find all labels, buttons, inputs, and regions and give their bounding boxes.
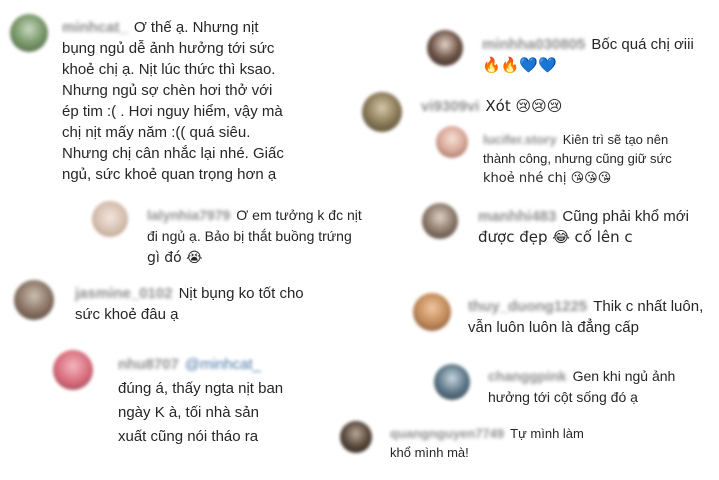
- comment-username[interactable]: lalynhia7979: [147, 207, 230, 223]
- comment-text: nhu8707 @minhcat_ đúng á, thấy ngta nịt b…: [118, 353, 348, 449]
- comment-line: vẫn luôn luôn là đẳng cấp: [468, 319, 639, 336]
- avatar[interactable]: [53, 350, 93, 390]
- comment-username[interactable]: thuy_duong1225: [468, 298, 587, 315]
- avatar[interactable]: [413, 293, 451, 331]
- comment-text: quangnguyen7749 Tự mình làm khổ mình mà!: [390, 424, 710, 462]
- comment-username[interactable]: jasmine_0102: [75, 285, 173, 302]
- comment-line: hưởng tới cột sống đó ạ: [488, 389, 638, 405]
- comment-line: Xót 😢😢😢: [485, 97, 563, 115]
- comment-text: minhcat_ Ơ thế ạ. Nhưng nịt bụng ngủ dễ ả…: [62, 17, 352, 185]
- comment-line: Cũng phải khổ mới: [562, 208, 689, 225]
- comment-line: Nịt bụng ko tốt cho: [178, 285, 304, 302]
- avatar[interactable]: [362, 92, 402, 132]
- comment-line: khoẻ chị ạ. Nịt lúc thức thì ksao.: [62, 61, 276, 78]
- comment-line: sức khoẻ đâu ạ: [75, 306, 179, 323]
- comment-username[interactable]: nhu8707: [118, 356, 179, 373]
- comment-line: chị nịt mấy năm :(( quá siêu.: [62, 124, 251, 141]
- comment-text: lucifer.story Kiên trì sẽ tạo nên thành c…: [483, 130, 713, 188]
- avatar[interactable]: [10, 14, 48, 52]
- avatar[interactable]: [422, 203, 458, 239]
- comment-line: 🔥🔥💙💙: [482, 56, 557, 74]
- comment-line: gì đó 😭: [147, 250, 203, 266]
- comment-username[interactable]: quangnguyen7749: [390, 426, 504, 441]
- comment-text: jasmine_0102 Nịt bụng ko tốt cho sức khoẻ…: [75, 283, 355, 325]
- avatar[interactable]: [434, 364, 470, 400]
- comment-line: khoẻ nhé chị 😘😘😘: [483, 171, 612, 186]
- comment-text: changgpink Gen khi ngủ ảnh hưởng tới cột …: [488, 366, 713, 408]
- comment-text: manhhi483 Cũng phải khổ mới được đẹp 😂 cố…: [478, 206, 713, 248]
- comment-username[interactable]: lucifer.story: [483, 132, 557, 147]
- comment-username[interactable]: minhha030805: [482, 36, 585, 53]
- comment-line: Kiên trì sẽ tạo nên: [562, 132, 669, 147]
- comment-username[interactable]: manhhi483: [478, 208, 556, 225]
- comment-line: thành công, nhưng cũng giữ sức: [483, 151, 672, 166]
- mention-link[interactable]: @minhcat_: [185, 356, 261, 373]
- comment-line: ngày K à, tối nhà sản: [118, 404, 259, 421]
- comment-line: Thik c nhất luôn,: [593, 298, 704, 315]
- comment-line: ngủ, sức khoẻ quan trọng hơn ạ: [62, 166, 277, 183]
- comment-text: thuy_duong1225 Thik c nhất luôn, vẫn luôn…: [468, 296, 713, 338]
- avatar[interactable]: [92, 201, 128, 237]
- comment-line: ép tim :( . Hơi nguy hiểm, vậy mà: [62, 103, 283, 120]
- comment-text: minhha030805 Bốc quá chị ơiii 🔥🔥💙💙: [482, 34, 717, 76]
- comment-username[interactable]: changgpink: [488, 368, 567, 384]
- avatar[interactable]: [427, 30, 463, 66]
- avatar[interactable]: [340, 421, 372, 453]
- comment-username[interactable]: vi9309vi: [421, 98, 479, 115]
- comment-line: Tự mình làm: [510, 426, 584, 441]
- comment-line: Nhưng ngủ sợ chèn hơi thở với: [62, 82, 273, 99]
- comment-text: vi9309vi Xót 😢😢😢: [421, 96, 701, 117]
- comment-line: đúng á, thấy ngta nịt ban: [118, 380, 284, 397]
- comment-line: được đẹp 😂 cố lên c: [478, 228, 633, 246]
- comment-line: xuất cũng nói tháo ra: [118, 428, 259, 445]
- avatar[interactable]: [14, 280, 54, 320]
- comment-line: Nhưng chị cân nhắc lại nhé. Giấc: [62, 145, 284, 162]
- comment-line: khổ mình mà!: [390, 445, 469, 460]
- comment-line: Gen khi ngủ ảnh: [572, 368, 676, 384]
- comment-line: Ơ thế ạ. Nhưng nịt: [133, 19, 259, 36]
- comment-line: bụng ngủ dễ ảnh hưởng tới sức: [62, 40, 275, 57]
- avatar[interactable]: [436, 126, 468, 158]
- comment-username[interactable]: minhcat_: [62, 19, 128, 36]
- comment-line: Bốc quá chị ơiii: [591, 36, 694, 53]
- comment-line: Ơ em tưởng k đc nịt: [236, 207, 362, 223]
- comment-line: đi ngủ ạ. Bảo bị thắt buồng trứng: [147, 228, 352, 244]
- comment-text: lalynhia7979 Ơ em tưởng k đc nịt đi ngủ ạ…: [147, 205, 407, 269]
